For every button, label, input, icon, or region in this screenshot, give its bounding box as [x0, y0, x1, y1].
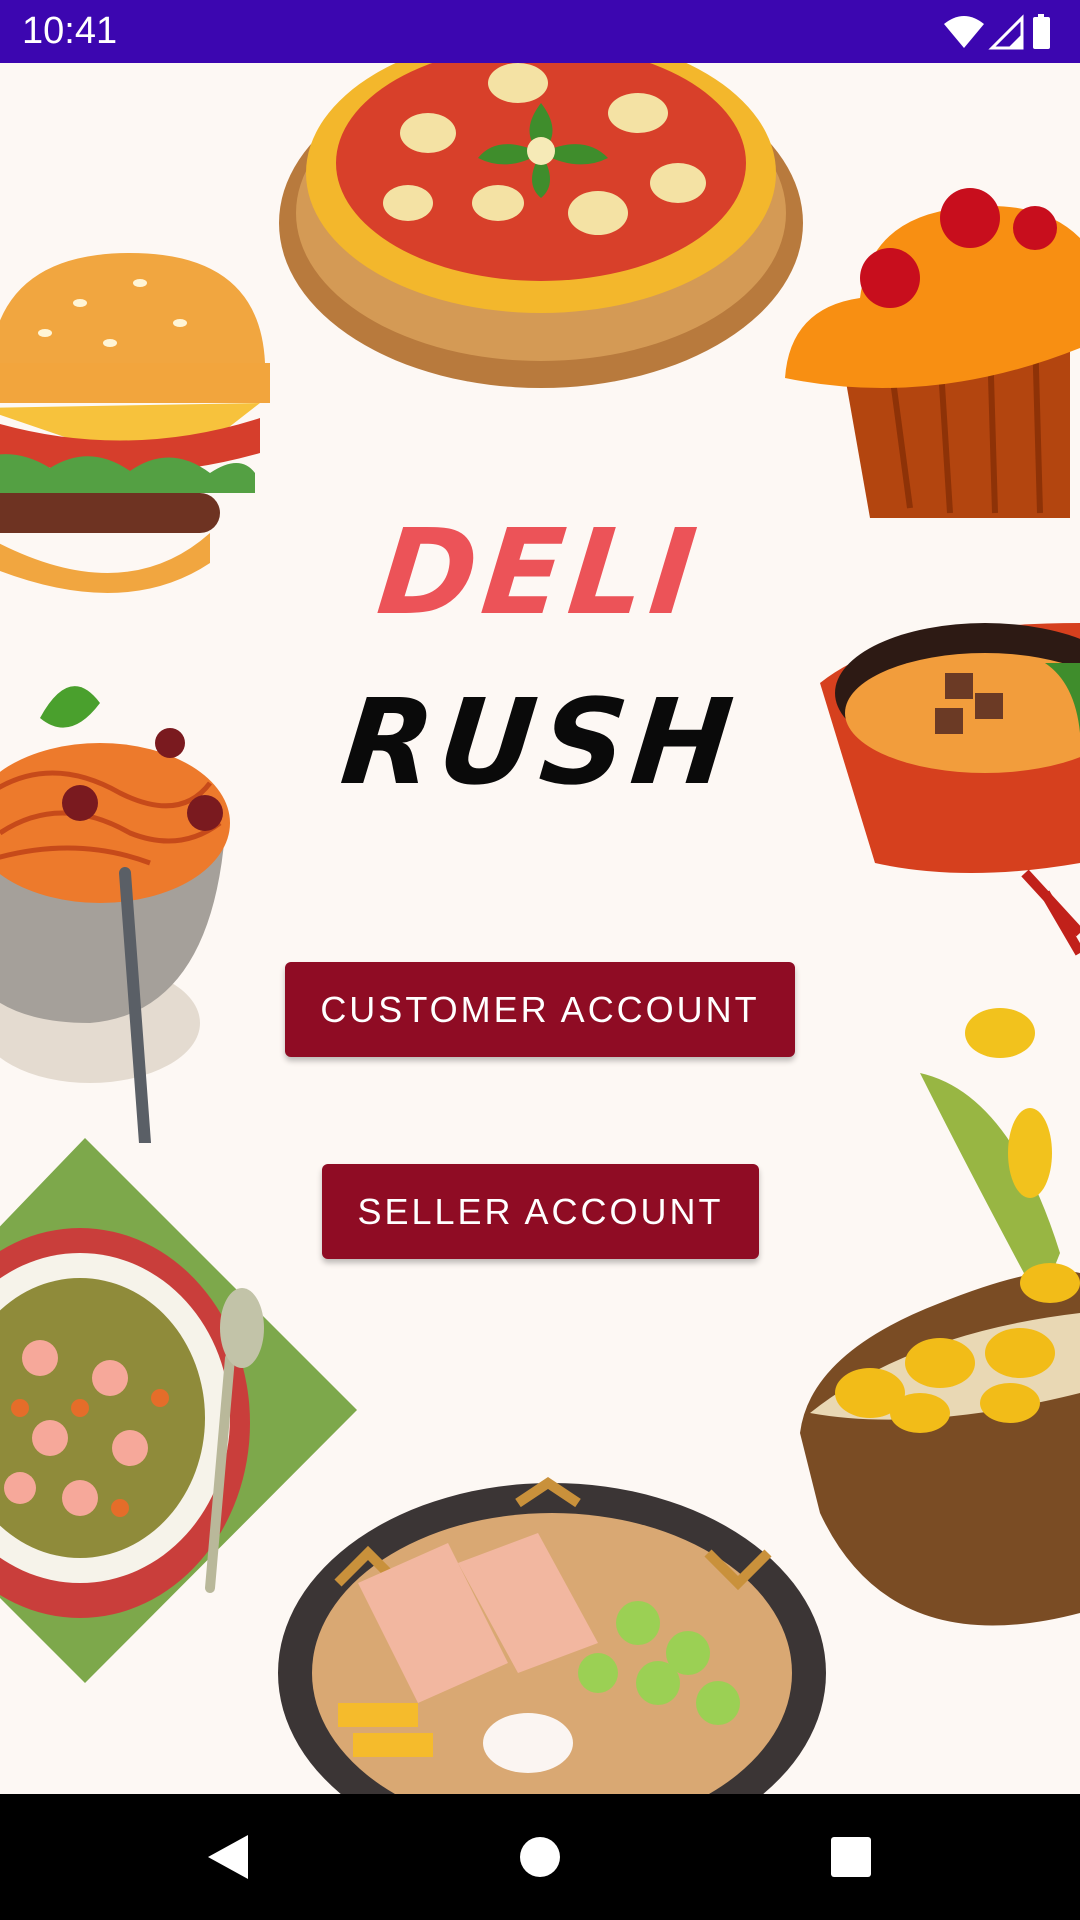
recents-icon: [831, 1837, 871, 1877]
back-icon: [208, 1835, 248, 1879]
cellular-signal-icon: [988, 14, 1024, 50]
wifi-icon: [944, 16, 984, 48]
banana-dessert-illustration: [800, 1008, 1080, 1626]
pork-ramen-illustration: [278, 1476, 826, 1794]
customer-account-button[interactable]: CUSTOMER ACCOUNT: [285, 962, 795, 1057]
main-content: DELI RUSH CUSTOMER ACCOUNT SELLER ACCOUN…: [0, 63, 1080, 1794]
status-time: 10:41: [22, 10, 118, 52]
app-title-deli: DELI: [371, 503, 709, 641]
battery-icon: [1033, 14, 1050, 49]
status-icons: [944, 14, 1050, 50]
navigation-bar: [0, 1794, 1080, 1920]
app-title-rush: RUSH: [335, 673, 745, 811]
seller-account-button[interactable]: SELLER ACCOUNT: [322, 1164, 759, 1259]
pizza-illustration: [279, 63, 803, 388]
home-icon: [520, 1837, 560, 1877]
home-button[interactable]: [460, 1794, 620, 1920]
cupcake-illustration: [785, 188, 1080, 518]
recents-button[interactable]: [771, 1794, 931, 1920]
status-bar: 10:41: [0, 0, 1080, 63]
back-button[interactable]: [148, 1794, 308, 1920]
